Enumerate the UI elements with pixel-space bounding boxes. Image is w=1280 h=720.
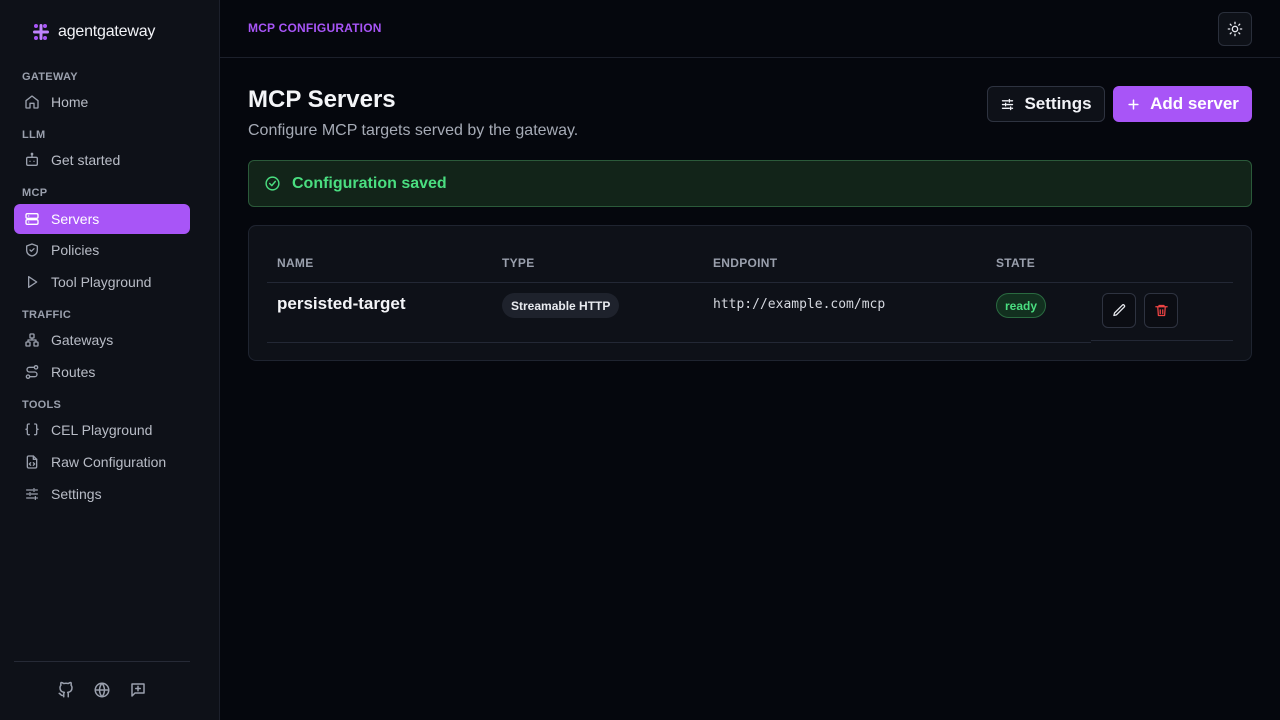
sidebar-item-label: Settings	[51, 486, 102, 502]
sidebar-divider	[14, 661, 190, 662]
server-icon	[25, 213, 39, 225]
brand-name: agentgateway	[58, 23, 156, 40]
sidebar-item-get-started[interactable]: Get started	[14, 145, 190, 175]
page-subtitle: Configure MCP targets served by the gate…	[248, 122, 579, 139]
home-icon	[25, 95, 39, 109]
sidebar-item-cel-playground[interactable]: CEL Playground	[14, 415, 190, 445]
server-endpoint: http://example.com/mcp	[713, 297, 886, 312]
feedback-icon[interactable]	[129, 681, 147, 699]
servers-table: NAME TYPE ENDPOINT STATE persisted-targe…	[248, 225, 1252, 361]
sidebar-item-label: Raw Configuration	[51, 454, 167, 470]
sliders-icon	[26, 488, 38, 500]
github-icon[interactable]	[57, 681, 75, 699]
sidebar-item-label: Tool Playground	[51, 274, 152, 290]
sidebar-item-settings[interactable]: Settings	[14, 479, 190, 509]
sidebar-item-label: Get started	[51, 152, 121, 168]
sidebar-item-home[interactable]: Home	[14, 87, 190, 117]
pencil-icon	[1112, 304, 1125, 317]
sidebar-item-label: Home	[51, 94, 89, 110]
trash-icon	[1154, 304, 1168, 317]
nav-section-traffic: TRAFFIC	[22, 309, 72, 321]
sidebar-item-label: Gateways	[51, 332, 114, 348]
bot-icon	[26, 152, 38, 166]
sidebar-item-routes[interactable]: Routes	[14, 357, 190, 387]
sidebar-item-gateways[interactable]: Gateways	[14, 325, 190, 355]
add-server-button-label: Add server	[1150, 94, 1239, 113]
breadcrumb: MCP CONFIGURATION	[248, 21, 382, 35]
page-title: MCP Servers	[248, 86, 396, 113]
theme-toggle-button[interactable]	[1218, 12, 1252, 46]
plus-icon	[1128, 98, 1139, 110]
nav-section-llm: LLM	[22, 129, 46, 141]
topbar: MCP CONFIGURATION	[220, 0, 1280, 58]
alert-text: Configuration saved	[292, 174, 447, 192]
settings-button-label: Settings	[1024, 94, 1092, 113]
sidebar-item-label: CEL Playground	[51, 422, 153, 438]
table-header-divider	[267, 282, 1233, 283]
delete-server-button[interactable]	[1144, 293, 1178, 328]
brand-logo[interactable]: agentgateway	[32, 22, 155, 42]
status-badge: ready	[996, 293, 1047, 318]
column-header-state: STATE	[996, 256, 1036, 270]
sidebar-item-label: Routes	[51, 364, 96, 380]
network-icon	[25, 333, 39, 347]
route-icon	[25, 365, 39, 379]
sidebar-item-tool-playground[interactable]: Tool Playground	[14, 267, 190, 297]
sidebar: agentgateway GATEWAY Home LLM Get starte…	[0, 0, 220, 720]
file-code-icon	[26, 455, 38, 469]
server-name: persisted-target	[277, 294, 406, 313]
sidebar-item-raw-configuration[interactable]: Raw Configuration	[14, 447, 190, 477]
table-row-divider	[1091, 340, 1233, 341]
sidebar-item-policies[interactable]: Policies	[14, 235, 190, 265]
globe-icon[interactable]	[93, 681, 111, 699]
settings-button[interactable]: Settings	[987, 86, 1105, 122]
add-server-button[interactable]: Add server	[1113, 86, 1252, 122]
column-header-name: NAME	[277, 256, 314, 270]
sun-icon	[1227, 21, 1243, 37]
table-row-divider	[267, 342, 1091, 343]
sliders-icon	[1002, 98, 1014, 110]
shield-icon	[26, 243, 38, 257]
edit-server-button[interactable]	[1102, 293, 1136, 328]
success-alert: Configuration saved	[248, 160, 1252, 207]
sidebar-item-label: Policies	[51, 242, 100, 258]
column-header-endpoint: ENDPOINT	[713, 256, 778, 270]
nav-section-gateway: GATEWAY	[22, 71, 78, 83]
column-header-type: TYPE	[502, 256, 535, 270]
braces-icon	[25, 423, 39, 436]
sidebar-item-servers[interactable]: Servers	[14, 204, 190, 234]
nav-section-tools: TOOLS	[22, 399, 62, 411]
type-badge: Streamable HTTP	[502, 293, 620, 318]
check-circle-icon	[265, 176, 280, 191]
play-icon	[27, 276, 38, 288]
sidebar-item-label: Servers	[51, 211, 100, 227]
agentgateway-logo-icon	[33, 24, 49, 40]
nav-section-mcp: MCP	[22, 187, 48, 199]
